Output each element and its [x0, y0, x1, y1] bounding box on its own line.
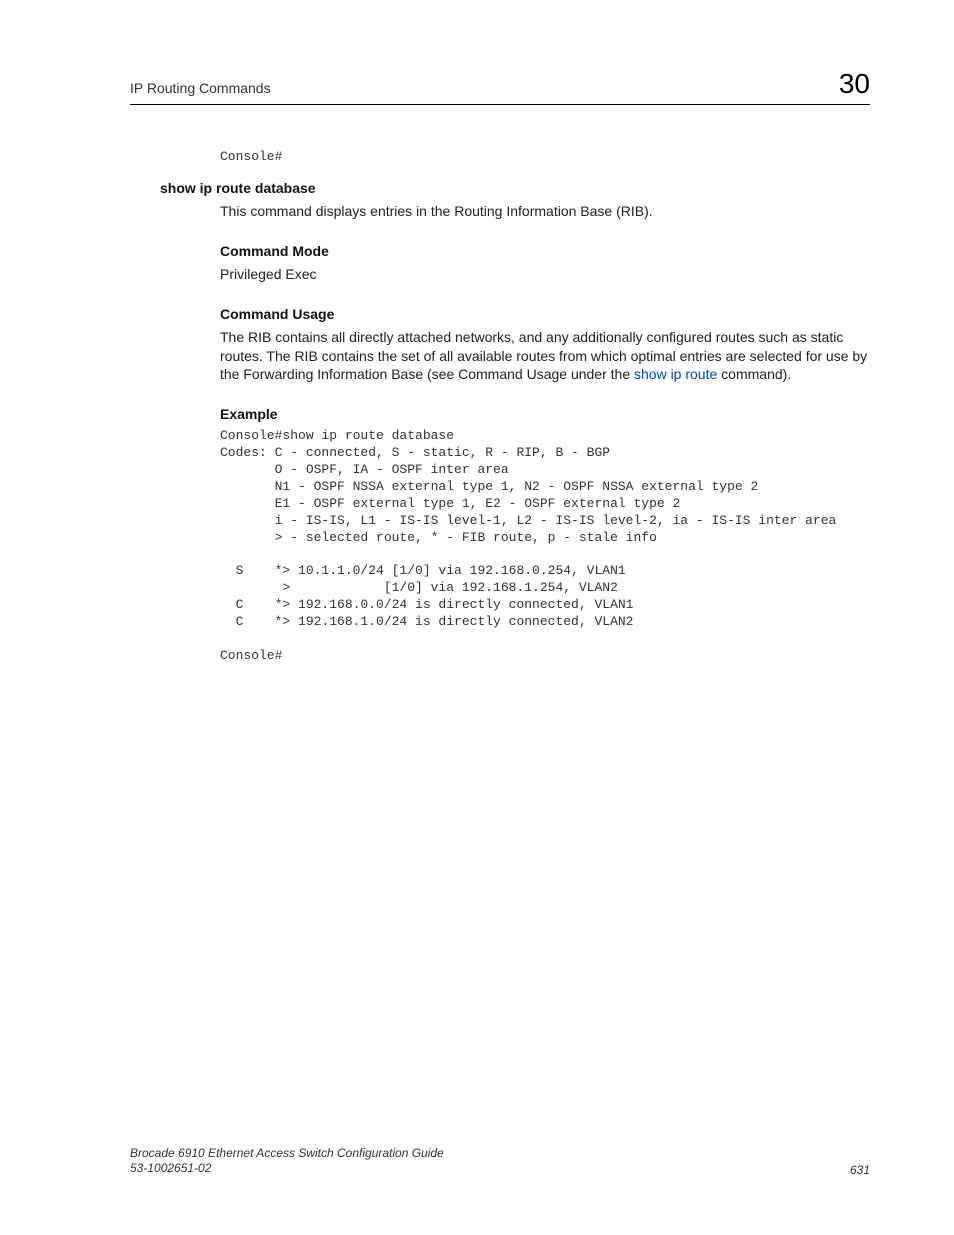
example-heading: Example — [220, 406, 870, 422]
page-header: IP Routing Commands 30 — [130, 68, 870, 105]
command-usage-text: The RIB contains all directly attached n… — [220, 328, 870, 385]
command-name-heading: show ip route database — [160, 180, 870, 196]
page-footer: Brocade 6910 Ethernet Access Switch Conf… — [130, 1146, 870, 1177]
example-console-output: Console#show ip route database Codes: C … — [220, 428, 870, 664]
header-title: IP Routing Commands — [130, 80, 271, 96]
command-usage-heading: Command Usage — [220, 306, 870, 322]
footer-page-number: 631 — [850, 1163, 870, 1177]
show-ip-route-link[interactable]: show ip route — [634, 366, 717, 382]
footer-book-title: Brocade 6910 Ethernet Access Switch Conf… — [130, 1146, 444, 1162]
command-mode-heading: Command Mode — [220, 243, 870, 259]
usage-text-post: command). — [717, 366, 791, 382]
command-mode-text: Privileged Exec — [220, 265, 870, 284]
console-prompt-top: Console# — [220, 149, 870, 166]
chapter-number: 30 — [839, 68, 870, 100]
command-description: This command displays entries in the Rou… — [220, 202, 870, 221]
footer-doc-number: 53-1002651-02 — [130, 1161, 444, 1177]
